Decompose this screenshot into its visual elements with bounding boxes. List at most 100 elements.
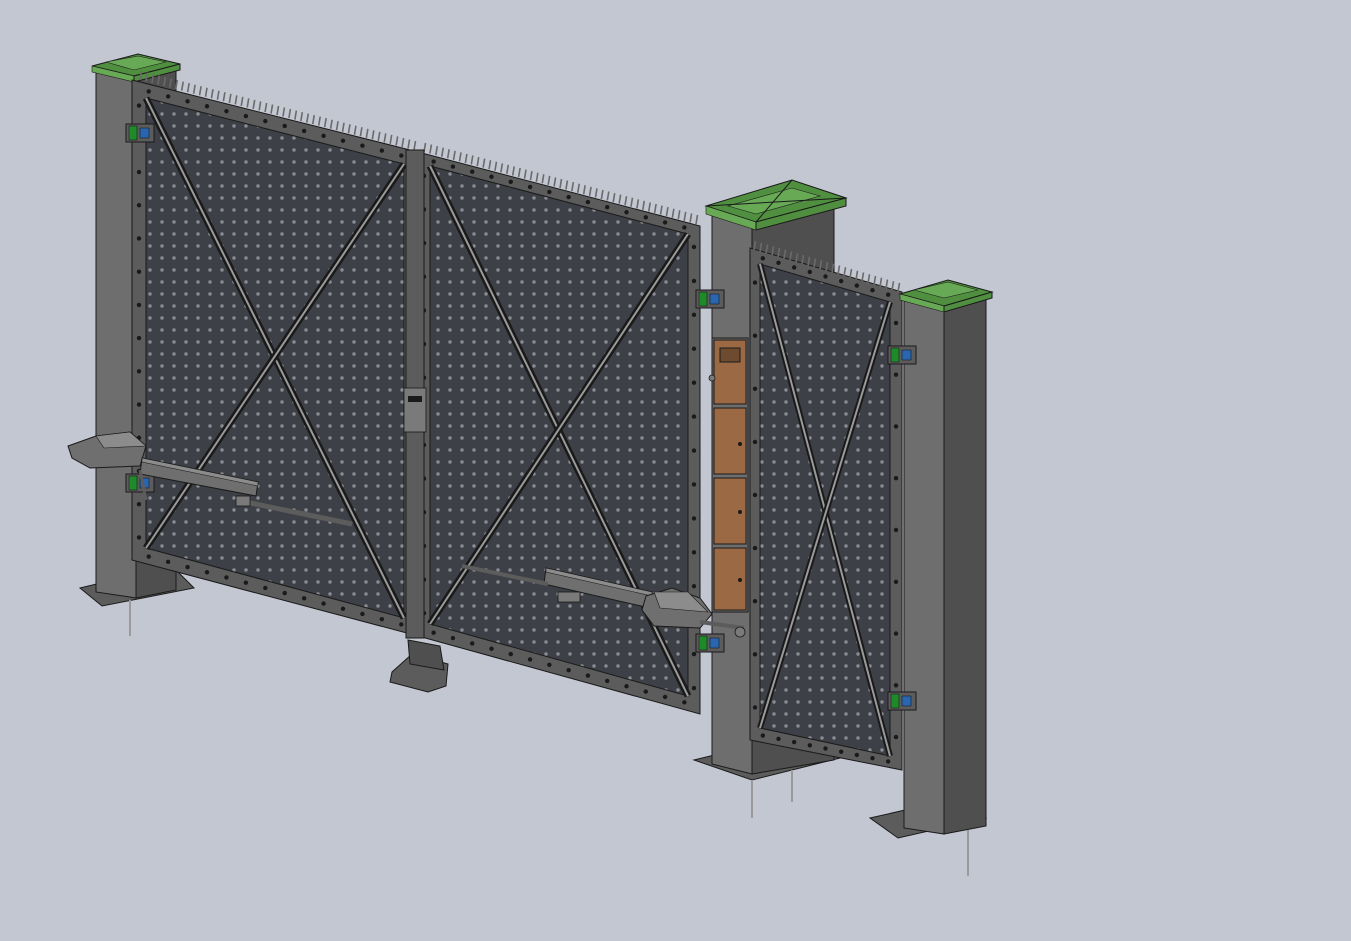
rivet: [527, 184, 533, 190]
rivet: [547, 662, 552, 668]
rivet: [136, 103, 142, 108]
spike: [383, 133, 387, 143]
rivet: [136, 535, 142, 540]
spike: [429, 144, 433, 154]
spike: [523, 169, 527, 179]
gate-assembly-drawing: [67, 53, 994, 876]
hinge: [887, 345, 917, 365]
rivet: [691, 312, 697, 318]
rivet: [870, 287, 875, 293]
spike: [353, 125, 357, 135]
rivet: [791, 265, 797, 270]
rivet: [854, 752, 860, 758]
spike: [588, 186, 592, 196]
spike: [347, 124, 351, 134]
rivet: [282, 590, 287, 596]
rivet: [893, 372, 899, 377]
rivet: [399, 153, 404, 158]
rivet: [893, 527, 899, 533]
rivet: [165, 559, 171, 565]
rivet: [691, 685, 697, 691]
cad-viewport[interactable]: [0, 0, 1351, 941]
rivet: [838, 749, 844, 754]
rivet: [893, 683, 899, 688]
spike: [228, 93, 232, 103]
spike: [630, 197, 634, 207]
rivet: [136, 269, 142, 274]
rivet: [136, 302, 142, 308]
rivet: [752, 599, 758, 604]
rivet: [243, 580, 249, 585]
rivet: [321, 601, 326, 606]
rivet: [752, 545, 758, 551]
hinge-pin: [709, 293, 720, 305]
hinge-pin: [901, 695, 912, 707]
spike: [452, 150, 456, 160]
rivet: [893, 320, 899, 326]
rivet: [893, 631, 899, 636]
rivet: [760, 733, 766, 738]
hinge: [695, 633, 725, 653]
rivet: [691, 244, 697, 250]
rivet: [752, 333, 758, 338]
spike: [547, 175, 551, 186]
rivet: [360, 611, 365, 617]
spike: [594, 188, 598, 198]
rivet: [224, 108, 229, 114]
hinge-pin: [709, 637, 720, 649]
spike: [282, 107, 286, 117]
spike: [849, 268, 853, 279]
spike: [677, 210, 681, 220]
spike: [665, 207, 669, 217]
spike: [246, 98, 250, 108]
spike: [234, 95, 238, 105]
spike: [407, 139, 411, 149]
rivet: [682, 225, 687, 230]
rivet: [165, 94, 171, 99]
rivet: [379, 616, 385, 622]
spike: [879, 277, 883, 287]
rivet: [204, 104, 210, 109]
rivet: [691, 584, 697, 589]
hinge-knuckle: [698, 635, 708, 651]
rivet: [566, 194, 571, 200]
rivet: [321, 133, 326, 139]
spike: [482, 158, 486, 168]
spike: [186, 83, 190, 93]
wicket-gate: [749, 240, 903, 771]
rivet: [838, 278, 844, 284]
rivet: [136, 369, 142, 374]
spike: [464, 153, 468, 164]
spike: [377, 131, 381, 142]
hinge: [887, 691, 917, 711]
rivet: [136, 236, 142, 241]
rivet: [605, 678, 610, 684]
spike: [511, 166, 515, 176]
hinge: [695, 289, 725, 309]
gate-leaf-right: [417, 142, 701, 715]
hinge-knuckle: [698, 291, 708, 307]
spike: [389, 134, 393, 145]
spike: [446, 149, 450, 159]
rivet: [752, 280, 758, 285]
spike: [488, 160, 492, 170]
spike: [216, 90, 220, 100]
spike: [401, 137, 405, 148]
rivet: [508, 179, 513, 185]
rivet: [470, 641, 475, 646]
rivet: [691, 516, 697, 521]
spike: [276, 105, 280, 116]
rivet: [643, 215, 648, 220]
spike: [606, 191, 610, 201]
rivet: [885, 292, 891, 297]
spike: [873, 275, 877, 286]
spike: [311, 114, 316, 125]
spike: [541, 174, 545, 184]
rivet: [301, 596, 307, 601]
hinge: [125, 123, 155, 143]
hinge-knuckle: [128, 125, 138, 141]
rivet: [752, 705, 758, 710]
rivet: [791, 739, 797, 745]
spike: [529, 171, 533, 181]
spike: [861, 272, 865, 282]
